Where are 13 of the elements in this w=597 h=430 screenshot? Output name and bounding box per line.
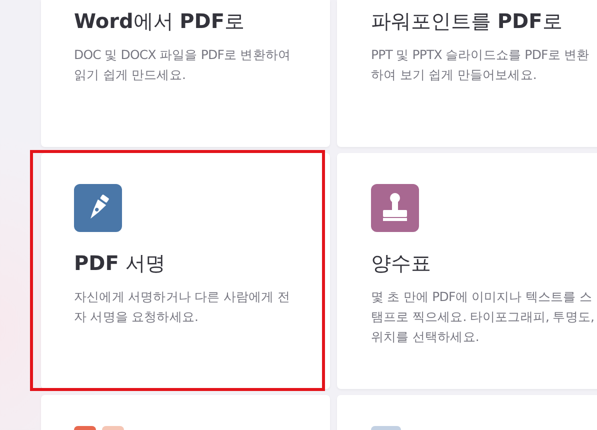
card-description: 몇 초 만에 PDF에 이미지나 텍스트를 스탬프로 찍으세요. 타이포그래피, 투명도, 위치를 선택하세요. — [371, 288, 595, 346]
card-title: 양수표 — [371, 250, 432, 277]
card-description: 자신에게 서명하거나 다른 사람에게 전자 서명을 요청하세요. — [74, 288, 291, 326]
pen-nib-icon — [74, 184, 122, 232]
tool-card[interactable]: 양수표 몇 초 만에 PDF에 이미지나 텍스트를 스탬프로 찍으세요. 타이포그래피, 투명도, 위치를 선택하세요. — [337, 153, 597, 389]
stamp-icon — [371, 184, 419, 232]
card-description: DOC 및 DOCX 파일을 PDF로 변환하여 읽기 쉽게 만드세요. — [74, 46, 292, 84]
tool-card[interactable]: 파워포인트를 PDF로 PPT 및 PPTX 슬라이드쇼를 PDF로 변환하여 보기 쉽게 만들어보세요. — [337, 0, 597, 147]
card-title: 파워포인트를 PDF로 — [371, 8, 564, 35]
tool-card[interactable]: Word에서 PDF로 DOC 및 DOCX 파일을 PDF로 변환하여 읽기 쉽게 만드세요. — [41, 0, 330, 147]
card-title: PDF 서명 — [74, 250, 166, 277]
card-description: PPT 및 PPTX 슬라이드쇼를 PDF로 변환하여 보기 쉽게 만들어보세요. — [371, 46, 590, 84]
card-title: Word에서 PDF로 — [74, 8, 246, 35]
